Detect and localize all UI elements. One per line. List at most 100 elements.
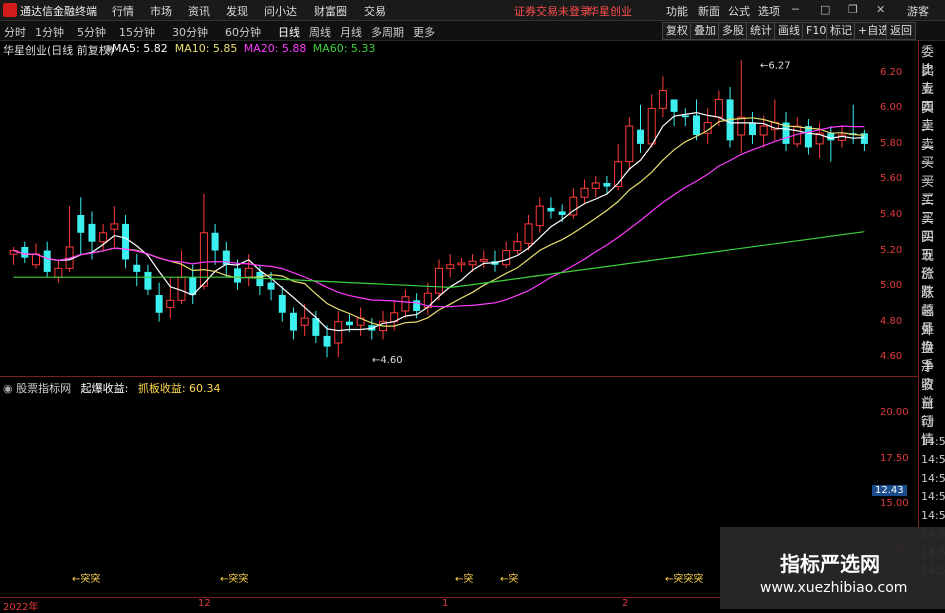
ma-label-3: MA60: 5.33 <box>312 42 376 55</box>
candle <box>423 282 432 315</box>
candle <box>65 206 74 272</box>
period-tab-6[interactable]: 日线 <box>278 24 300 40</box>
ma-label-1: MA10: 5.85 <box>174 42 238 55</box>
candle <box>479 250 488 269</box>
period-tab-2[interactable]: 5分钟 <box>77 24 106 40</box>
candle <box>827 126 835 162</box>
tool-button-8[interactable]: 返回 <box>886 22 916 40</box>
notice-1[interactable]: 华星创业 <box>588 3 632 19</box>
minimize-icon[interactable]: ─ <box>792 3 799 16</box>
maximize-icon[interactable]: □ <box>820 3 830 16</box>
candle <box>625 117 634 171</box>
tool-button-4[interactable]: 画线 <box>774 22 804 40</box>
menu-item-0[interactable]: 行情 <box>112 3 134 19</box>
signal-1: ←突突 <box>220 574 249 585</box>
menu-item-5[interactable]: 财富圈 <box>314 3 347 19</box>
panel-item-21[interactable]: 14:50 <box>921 433 945 451</box>
menu-item-6[interactable]: 交易 <box>364 3 386 19</box>
period-tab-5[interactable]: 60分钟 <box>225 24 261 40</box>
watermark-url: www.xuezhibiao.com <box>760 580 908 596</box>
y-tick-2: 5.80 <box>880 137 903 149</box>
candle <box>122 215 130 269</box>
period-tab-4[interactable]: 30分钟 <box>172 24 208 40</box>
pane-divider <box>0 376 918 377</box>
signal-2: ←突 <box>455 574 474 585</box>
right-menu-0[interactable]: 功能 <box>666 3 688 19</box>
title-bar: 通达信金融终端 行情 市场 资讯 发现 问小达 财富圈 交易 证券交易未登录 华星创业 功能 新面公… <box>0 0 945 21</box>
tool-button-1[interactable]: 叠加 <box>690 22 720 40</box>
tool-button-3[interactable]: 统计 <box>746 22 776 40</box>
panel-item-24[interactable]: 14:50 <box>921 488 945 506</box>
notice-0[interactable]: 证券交易未登录 <box>514 3 591 19</box>
candlestick-chart[interactable]: ←6.27 ←4.60 <box>0 55 880 375</box>
menu-item-1[interactable]: 市场 <box>150 3 172 19</box>
period-tab-0[interactable]: 分时 <box>4 24 26 40</box>
candle <box>502 241 511 269</box>
watermark-title: 指标严选网 <box>780 552 880 576</box>
candle <box>278 286 286 322</box>
candle <box>737 60 746 153</box>
candle <box>21 241 29 263</box>
right-menu-3[interactable]: 选项 <box>758 3 780 19</box>
candle <box>110 206 119 247</box>
menu-item-2[interactable]: 资讯 <box>188 3 210 19</box>
period-tab-1[interactable]: 1分钟 <box>35 24 64 40</box>
candle <box>323 325 331 358</box>
candle <box>535 197 544 233</box>
y-tick-8: 4.60 <box>880 351 903 363</box>
period-toolbar: 分时 1分钟 5分钟 15分钟 30分钟 60分钟 日线 周线 月线 多周期 更多 复权 叠加 多股 统计画… <box>0 21 945 41</box>
tool-button-6[interactable]: 标记 <box>826 22 856 40</box>
candle <box>54 259 63 283</box>
tool-button-0[interactable]: 复权 <box>662 22 692 40</box>
candle <box>289 307 297 340</box>
period-tab-10[interactable]: 更多 <box>413 24 435 40</box>
candle <box>726 87 734 148</box>
candle <box>9 247 18 265</box>
candle <box>513 232 522 255</box>
candle <box>804 119 812 155</box>
sub-y-tick-0: 20.00 <box>880 407 909 419</box>
ind2-label: 抓板收益: 60.34 <box>137 382 221 395</box>
candle <box>591 175 600 198</box>
x-label-1: 12 <box>198 598 211 609</box>
candle <box>703 108 712 144</box>
period-tab-9[interactable]: 多周期 <box>371 24 404 40</box>
close-icon[interactable]: ✕ <box>876 3 885 16</box>
panel-item-25[interactable]: 14:50 <box>921 507 945 525</box>
candle <box>77 197 85 255</box>
candle <box>401 289 410 319</box>
y-tick-5: 5.20 <box>880 244 903 256</box>
candle <box>211 223 219 265</box>
right-menu-1[interactable]: 新面 <box>698 3 720 19</box>
right-menu-4[interactable]: 游客 <box>907 3 929 19</box>
candle <box>491 250 499 272</box>
tool-button-2[interactable]: 多股 <box>718 22 748 40</box>
candle <box>199 193 208 290</box>
current-value-badge: 12.43 <box>872 485 907 496</box>
menu-item-4[interactable]: 问小达 <box>264 3 297 19</box>
period-tab-8[interactable]: 月线 <box>340 24 362 40</box>
x-label-3: 2 <box>622 598 629 609</box>
menu-item-3[interactable]: 发现 <box>226 3 248 19</box>
period-tab-7[interactable]: 周线 <box>309 24 331 40</box>
candle <box>815 122 824 159</box>
low-label: ←4.60 <box>372 355 403 366</box>
panel-item-22[interactable]: 14:50 <box>921 451 945 469</box>
right-menu-2[interactable]: 公式 <box>728 3 750 19</box>
ma-label-0: MA5: 5.82 <box>112 42 168 55</box>
candle <box>647 94 656 148</box>
restore-icon[interactable]: ❐ <box>848 3 858 16</box>
candle <box>580 179 589 205</box>
candle <box>637 104 645 153</box>
signal-3: ←突 <box>500 574 519 585</box>
period-tab-3[interactable]: 15分钟 <box>119 24 155 40</box>
panel-item-23[interactable]: 14:50 <box>921 470 945 488</box>
candle <box>256 264 264 295</box>
candle <box>300 303 309 336</box>
signal-4: ←突突突 <box>665 574 704 585</box>
candle <box>670 99 678 127</box>
sub-y-tick-1: 17.50 <box>880 452 909 464</box>
x-label-0: 2022年 <box>3 602 39 613</box>
candle <box>222 241 230 278</box>
x-label-2: 1 <box>442 598 449 609</box>
